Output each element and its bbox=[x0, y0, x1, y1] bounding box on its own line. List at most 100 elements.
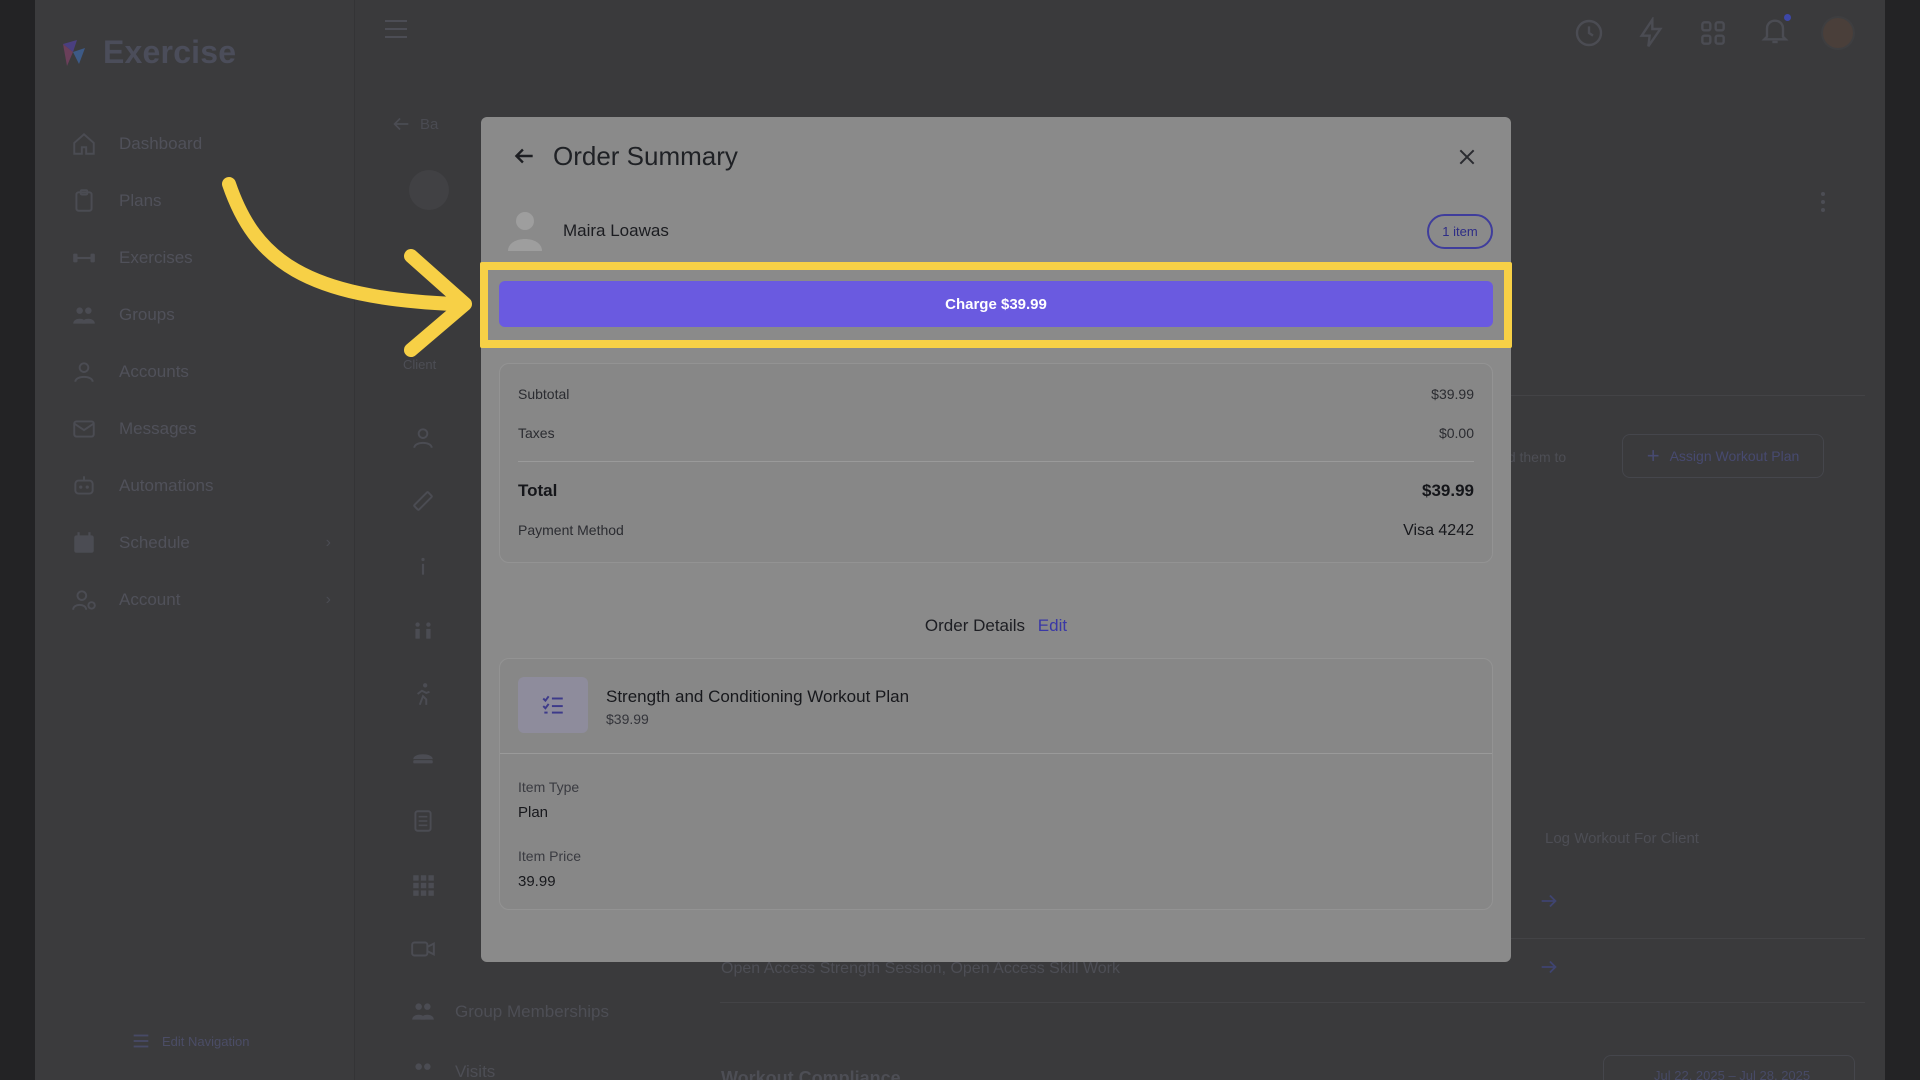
subtotal-row: Subtotal $39.99 bbox=[518, 386, 1474, 402]
total-row: Total $39.99 bbox=[518, 481, 1474, 501]
date-range-label: Jul 22, 2025 – Jul 28, 2025 bbox=[1654, 1068, 1811, 1080]
payment-method-value: Visa 4242 bbox=[1403, 522, 1474, 539]
notifications-button[interactable] bbox=[1759, 14, 1791, 51]
sidebar-item-label: Messages bbox=[119, 419, 197, 438]
total-value: $39.99 bbox=[1422, 481, 1474, 500]
app-logo[interactable]: Exercise bbox=[59, 34, 236, 71]
item-name: Strength and Conditioning Workout Plan bbox=[606, 687, 910, 706]
apps-grid-icon[interactable] bbox=[1697, 17, 1729, 49]
item-price-label: Item Price bbox=[518, 848, 582, 864]
date-range-picker[interactable]: Jul 22, 2025 – Jul 28, 2025 bbox=[1603, 1055, 1855, 1080]
sidebar-item-label: Exercises bbox=[119, 248, 193, 267]
robot-icon bbox=[74, 476, 94, 495]
order-details-edit-link[interactable]: Edit bbox=[1038, 616, 1067, 635]
lightning-icon[interactable] bbox=[1635, 16, 1667, 49]
arrow-left-icon bbox=[393, 117, 409, 131]
order-summary-modal: Order Summary Maira Loawas 1 item Charge… bbox=[480, 117, 1512, 962]
edit-navigation-label: Edit Navigation bbox=[162, 1033, 250, 1049]
food-icon[interactable] bbox=[410, 745, 436, 771]
app-name: Exercise bbox=[103, 34, 237, 70]
divider bbox=[1475, 395, 1865, 396]
user-gear-icon bbox=[72, 590, 96, 610]
user-avatar[interactable] bbox=[1821, 15, 1855, 50]
edit-navigation-link[interactable]: Edit Navigation bbox=[130, 1030, 249, 1052]
arrow-right-icon[interactable] bbox=[1538, 890, 1560, 912]
workout-compliance-heading: Workout Compliance bbox=[721, 1068, 901, 1080]
modal-title: Order Summary bbox=[553, 141, 738, 171]
sidebar-item-account[interactable]: Account › bbox=[71, 584, 331, 616]
order-details-label: Order Details bbox=[924, 616, 1026, 635]
order-item-card: Strength and Conditioning Workout Plan $… bbox=[499, 658, 1493, 910]
close-icon[interactable] bbox=[1457, 147, 1477, 167]
calendar-icon bbox=[74, 532, 94, 553]
divider bbox=[720, 1002, 1865, 1003]
taxes-label: Taxes bbox=[518, 425, 555, 441]
visits-label[interactable]: Visits bbox=[455, 1062, 495, 1080]
arrow-left-icon[interactable] bbox=[511, 143, 537, 169]
order-details-heading: Order Details Edit bbox=[481, 616, 1511, 636]
sidebar-item-label: Schedule bbox=[119, 533, 190, 552]
back-label: Ba bbox=[420, 115, 439, 133]
list-icon bbox=[133, 1034, 149, 1048]
sidebar-item-label: Groups bbox=[119, 305, 175, 324]
people-icon[interactable] bbox=[410, 998, 436, 1024]
taxes-row: Taxes $0.00 bbox=[518, 425, 1474, 441]
grid-icon[interactable] bbox=[410, 872, 436, 898]
item-price-value: 39.99 bbox=[518, 873, 556, 890]
people-icon bbox=[73, 307, 95, 324]
log-workout-label[interactable]: Log Workout For Client bbox=[1545, 830, 1699, 847]
chevron-right-icon: › bbox=[325, 534, 331, 551]
charge-button[interactable]: Charge $39.99 bbox=[499, 281, 1493, 327]
arrow-right-icon[interactable] bbox=[1538, 956, 1560, 978]
mail-icon bbox=[73, 420, 95, 438]
payment-method-label: Payment Method bbox=[518, 522, 624, 538]
client-name: Maira Loawas bbox=[563, 221, 669, 240]
divider bbox=[500, 753, 1492, 754]
item-price: $39.99 bbox=[606, 711, 649, 727]
sidebar-item-label: Account bbox=[119, 590, 181, 609]
dumbbell-icon[interactable] bbox=[410, 617, 436, 643]
sidebar-item-schedule[interactable]: Schedule › bbox=[71, 527, 331, 559]
running-icon[interactable] bbox=[410, 681, 436, 707]
checklist-icon bbox=[518, 677, 588, 733]
home-icon bbox=[73, 132, 95, 155]
ruler-icon[interactable] bbox=[410, 488, 436, 514]
assign-workout-plan-button[interactable]: + Assign Workout Plan bbox=[1622, 434, 1824, 478]
subtotal-label: Subtotal bbox=[518, 386, 570, 402]
taxes-value: $0.00 bbox=[1438, 425, 1474, 441]
app-window: Exercise Dashboard Plans Exercises Group… bbox=[35, 0, 1885, 1080]
sidebar-item-label: Accounts bbox=[119, 362, 189, 381]
right-margin bbox=[1885, 0, 1920, 1080]
assign-workout-plan-label: Assign Workout Plan bbox=[1669, 448, 1800, 464]
open-access-label[interactable]: Open Access Strength Session, Open Acces… bbox=[721, 960, 1120, 978]
logo-icon bbox=[59, 38, 89, 68]
sidebar-item-label: Dashboard bbox=[119, 134, 203, 153]
clipboard-icon bbox=[75, 189, 93, 212]
payment-method-row: Payment Method Visa 4242 bbox=[518, 522, 1474, 540]
chevron-right-icon: › bbox=[325, 591, 331, 608]
menu-icon[interactable] bbox=[385, 20, 407, 44]
dumbbell-icon bbox=[73, 253, 95, 263]
sidebar-item-messages[interactable]: Messages bbox=[71, 413, 331, 445]
sidebar-item-label: Plans bbox=[119, 191, 162, 210]
sidebar-item-dashboard[interactable]: Dashboard bbox=[71, 128, 331, 160]
pointer-arrow-icon bbox=[222, 177, 472, 357]
subtotal-value: $39.99 bbox=[1431, 386, 1474, 402]
user-icon[interactable] bbox=[410, 425, 436, 451]
top-toolbar bbox=[1573, 14, 1855, 51]
document-icon[interactable] bbox=[410, 808, 436, 834]
user-icon bbox=[74, 362, 94, 383]
info-icon[interactable] bbox=[410, 553, 436, 579]
more-options-icon[interactable] bbox=[1821, 192, 1825, 216]
items-count-badge: 1 item bbox=[1427, 214, 1493, 249]
sidebar-item-label: Automations bbox=[119, 476, 214, 495]
visits-icon[interactable] bbox=[410, 1058, 436, 1080]
item-type-label: Item Type bbox=[518, 779, 580, 795]
plus-icon: + bbox=[1646, 443, 1660, 468]
back-link[interactable]: Ba bbox=[390, 113, 438, 135]
group-memberships-label[interactable]: Group Memberships bbox=[455, 1002, 609, 1022]
clock-icon[interactable] bbox=[1573, 17, 1605, 49]
sidebar-item-automations[interactable]: Automations bbox=[71, 470, 331, 502]
sidebar: Exercise Dashboard Plans Exercises Group… bbox=[35, 0, 355, 1080]
video-icon[interactable] bbox=[410, 936, 436, 962]
